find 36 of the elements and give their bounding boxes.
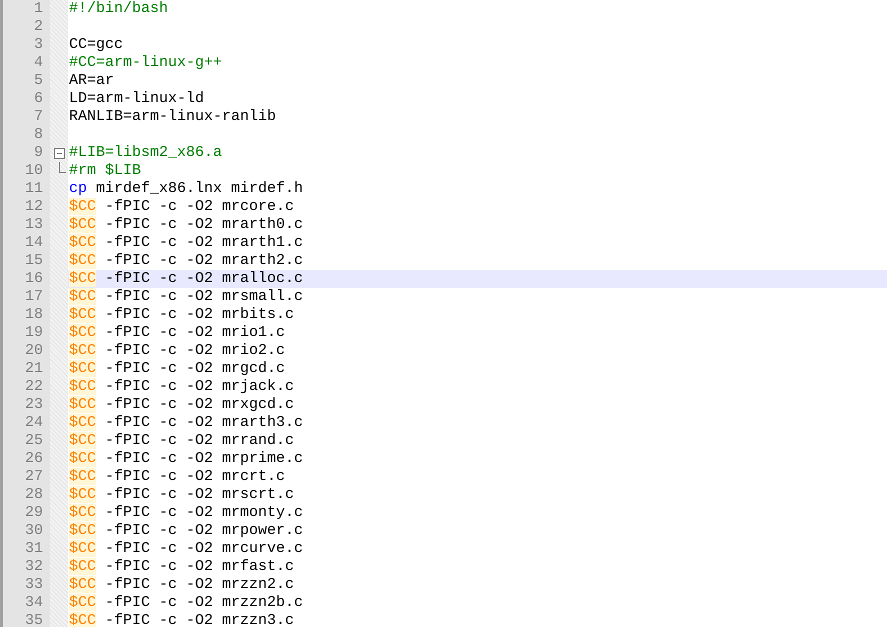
line-number: 17 [24, 288, 44, 306]
line-number: 1 [32, 0, 44, 18]
line-number: 30 [24, 522, 44, 540]
line-number: 3 [32, 36, 44, 54]
line-number: 9 [32, 144, 44, 162]
line-number: 14 [24, 234, 44, 252]
line-number: 26 [24, 450, 44, 468]
line-number: 6 [32, 90, 44, 108]
line-number: 29 [24, 504, 44, 522]
line-number: 27 [24, 468, 44, 486]
line-number: 15 [24, 252, 44, 270]
line-number: 10 [24, 162, 44, 180]
line-number: 7 [32, 108, 44, 126]
line-number: 18 [24, 306, 44, 324]
line-number: 16 [24, 270, 44, 288]
line-number: 20 [24, 342, 44, 360]
line-number: 12 [24, 198, 44, 216]
fold-collapse-icon[interactable] [54, 148, 65, 159]
line-number: 19 [24, 324, 44, 342]
line-number: 21 [24, 360, 44, 378]
line-number: 33 [24, 576, 44, 594]
line-number: 32 [24, 558, 44, 576]
line-number: 2 [32, 18, 44, 36]
line-number: 13 [24, 216, 44, 234]
line-number: 4 [32, 54, 44, 72]
line-number: 25 [24, 432, 44, 450]
line-number: 34 [24, 594, 44, 612]
line-number: 22 [24, 378, 44, 396]
line-number: 5 [32, 72, 44, 90]
line-number: 35 [24, 612, 44, 627]
line-number: 24 [24, 414, 44, 432]
line-number: 31 [24, 540, 44, 558]
line-number: 28 [24, 486, 44, 504]
line-number: 8 [32, 126, 44, 144]
line-number: 11 [24, 180, 44, 198]
line-number: 23 [24, 396, 44, 414]
